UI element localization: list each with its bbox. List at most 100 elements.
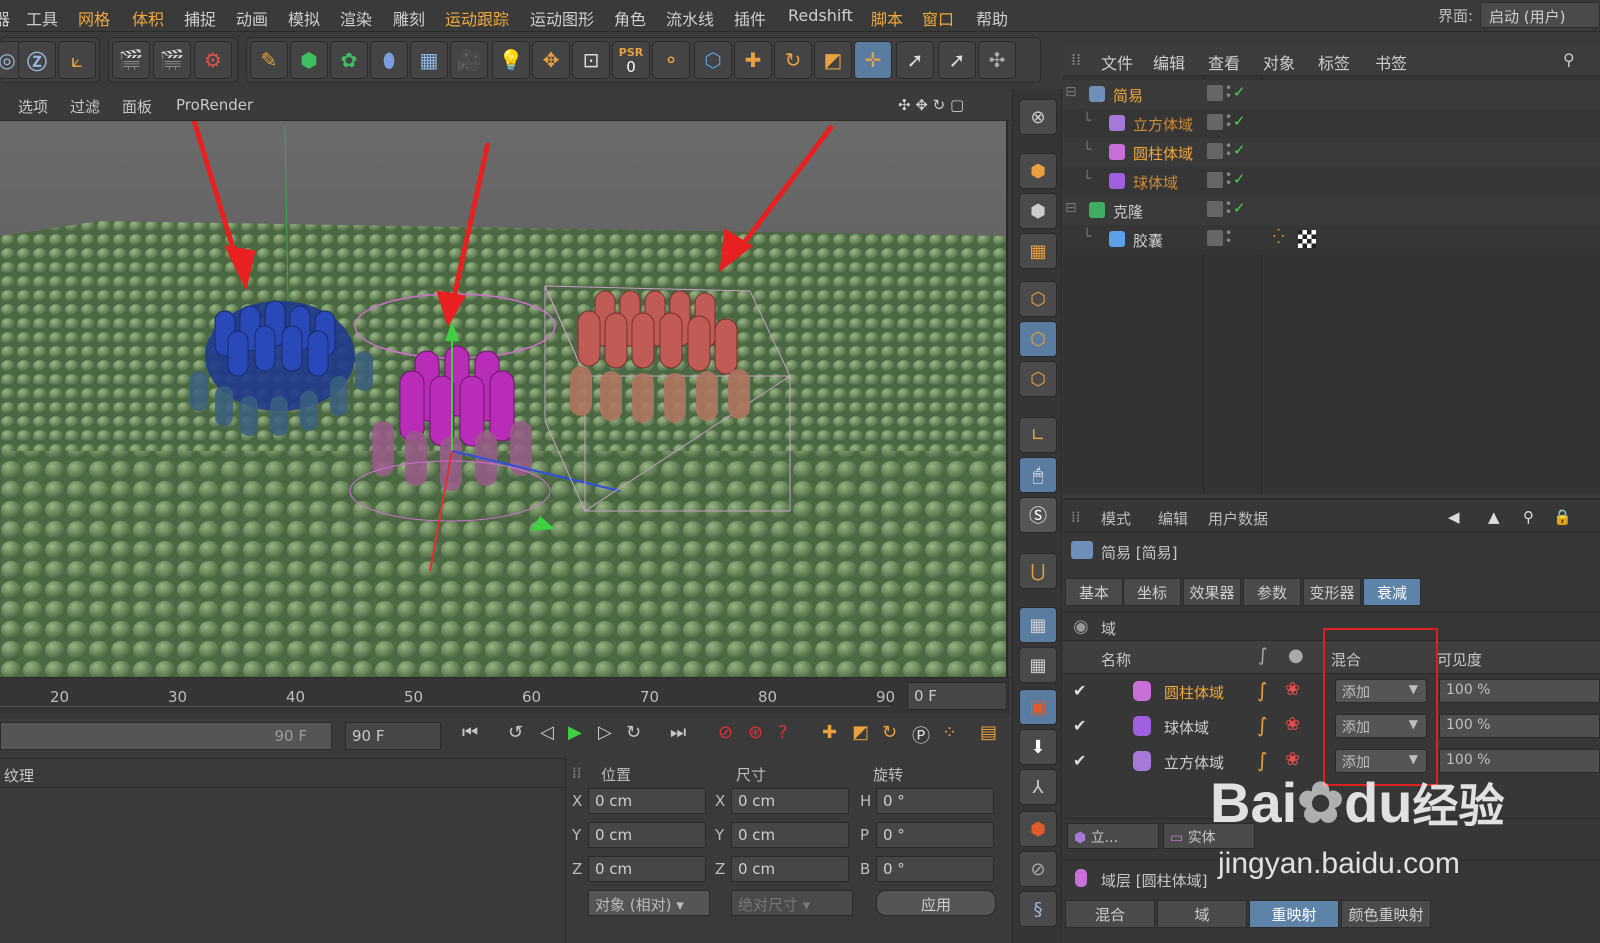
- layer-flag-icon[interactable]: [1207, 143, 1223, 159]
- layer-flag-icon[interactable]: [1207, 230, 1223, 246]
- model-mode-icon[interactable]: ✥: [532, 41, 570, 79]
- camera-icon[interactable]: 🎥: [450, 41, 488, 79]
- grid-icon[interactable]: ▦: [1019, 647, 1057, 683]
- workplane-icon[interactable]: ▦: [1019, 233, 1057, 269]
- object-row[interactable]: ⊟ 简易 • • ✓: [1063, 80, 1600, 109]
- polygons-mode-icon[interactable]: ⬡: [1019, 361, 1057, 397]
- cube-primitive-icon[interactable]: ⬡: [694, 41, 732, 79]
- points-mode-icon[interactable]: ⬡: [1019, 281, 1057, 317]
- color-remap-icon[interactable]: ❀: [1285, 679, 1300, 700]
- layer-tab-1[interactable]: 域: [1157, 900, 1247, 928]
- key-scale-icon[interactable]: ◩: [852, 722, 869, 743]
- record-icon[interactable]: ⊘: [718, 722, 733, 743]
- rot-h-field[interactable]: 0 °: [876, 788, 994, 814]
- om-menu-tags[interactable]: 标签: [1318, 50, 1350, 74]
- enabled-check-icon[interactable]: ✓: [1233, 170, 1246, 188]
- menu-item-0[interactable]: 器: [0, 6, 10, 30]
- paint-bucket-icon[interactable]: ⬢: [1019, 811, 1057, 847]
- selection-cursor-icon[interactable]: ➚: [896, 41, 934, 79]
- xyz-icon[interactable]: ⚬: [652, 41, 690, 79]
- object-row[interactable]: └ 胶囊 • • ⁛: [1063, 225, 1600, 254]
- menu-item-15[interactable]: 脚本: [871, 6, 903, 30]
- workplane-lock-icon[interactable]: ▦: [1019, 607, 1057, 643]
- make-editable-icon[interactable]: ⊗: [1019, 99, 1057, 135]
- pos-x-field[interactable]: 0 cm: [588, 788, 706, 814]
- solo-mode-icon[interactable]: Ⓢ: [1019, 497, 1057, 533]
- autokey-icon[interactable]: ⊛: [748, 722, 763, 743]
- light-icon[interactable]: 💡: [492, 41, 530, 79]
- am-tab-3[interactable]: 参数: [1243, 578, 1301, 606]
- enabled-check-icon[interactable]: ✓: [1233, 83, 1246, 101]
- visibility-dots-icon[interactable]: • •: [1225, 227, 1232, 247]
- menu-item-13[interactable]: 插件: [734, 6, 766, 30]
- object-row[interactable]: ⊟ 克隆 • • ✓: [1063, 196, 1600, 225]
- render-settings-icon[interactable]: ⚙: [194, 41, 232, 79]
- prev-key-icon[interactable]: ↺: [508, 722, 523, 743]
- visibility-dots-icon[interactable]: • •: [1225, 111, 1232, 131]
- coordinate-system-icon[interactable]: ⟀: [58, 41, 96, 79]
- menu-item-12[interactable]: 流水线: [666, 6, 714, 30]
- live-selection-icon[interactable]: ➚: [938, 41, 976, 79]
- rot-b-field[interactable]: 0 °: [876, 856, 994, 882]
- am-tab-5[interactable]: 衰减: [1363, 578, 1421, 606]
- python-icon[interactable]: §: [1019, 891, 1057, 927]
- timeline-window-icon[interactable]: ▤: [980, 722, 997, 743]
- edges-mode-icon[interactable]: ⬡: [1019, 321, 1057, 357]
- z-axis-lock-icon[interactable]: Ⓩ: [18, 41, 56, 79]
- viewport-navigation-icons[interactable]: ✣ ✥ ↻ ▢: [898, 96, 964, 114]
- menu-item-11[interactable]: 角色: [614, 6, 646, 30]
- layer-tab-2[interactable]: 重映射: [1249, 900, 1339, 928]
- end-frame-field[interactable]: 90 F: [345, 722, 441, 750]
- floor-icon[interactable]: ▦: [410, 41, 448, 79]
- search-icon[interactable]: ⚲: [1563, 50, 1575, 69]
- am-menu-userdata[interactable]: 用户数据: [1208, 508, 1268, 529]
- timeline-ruler[interactable]: 20 30 40 50 60 70 80 90 0 F: [0, 677, 1010, 714]
- om-menu-file[interactable]: 文件: [1101, 50, 1133, 74]
- visibility-dots-icon[interactable]: • •: [1225, 169, 1232, 189]
- rot-p-field[interactable]: 0 °: [876, 822, 994, 848]
- remap-curve-icon[interactable]: ∫: [1257, 748, 1267, 772]
- om-menu-objects[interactable]: 对象: [1263, 50, 1295, 74]
- menu-item-5[interactable]: 动画: [236, 6, 268, 30]
- render-view-icon[interactable]: 🎬: [112, 41, 150, 79]
- pen-tool-icon[interactable]: ✎: [250, 41, 288, 79]
- lock-icon[interactable]: 🔒: [1553, 508, 1572, 526]
- move-active-icon[interactable]: ✛: [854, 41, 892, 79]
- menu-item-9[interactable]: 运动跟踪: [445, 6, 509, 30]
- enabled-check-icon[interactable]: ✓: [1233, 112, 1246, 130]
- panel-grip-icon[interactable]: ⁞⁞: [1071, 50, 1081, 69]
- am-tab-4[interactable]: 变形器: [1303, 578, 1361, 606]
- viewport-menu-panel[interactable]: 面板: [122, 96, 152, 117]
- color-remap-icon[interactable]: ❀: [1285, 714, 1300, 735]
- layer-flag-icon[interactable]: [1207, 172, 1223, 188]
- visibility-field[interactable]: 100 %: [1439, 749, 1600, 773]
- size-z-field[interactable]: 0 cm: [731, 856, 849, 882]
- cloner-tool-icon[interactable]: ✿: [330, 41, 368, 79]
- menu-item-8[interactable]: 雕刻: [393, 6, 425, 30]
- pos-z-field[interactable]: 0 cm: [588, 856, 706, 882]
- layer-tab-0[interactable]: 混合: [1065, 900, 1155, 928]
- apply-button[interactable]: 应用: [876, 890, 996, 916]
- texture-mode-icon[interactable]: ⊡: [572, 41, 610, 79]
- layout-select[interactable]: 启动 (用户): [1480, 2, 1600, 28]
- mograph-tag-icon[interactable]: ⁛: [1273, 229, 1284, 245]
- collapse-icon[interactable]: ⊟: [1065, 200, 1077, 216]
- collapse-icon[interactable]: ⊟: [1065, 84, 1077, 100]
- panel-grip-icon[interactable]: ⁞⁞: [572, 764, 582, 782]
- rotate-icon[interactable]: ↻: [774, 41, 812, 79]
- render-region-icon[interactable]: ▣: [1019, 689, 1057, 725]
- am-menu-mode[interactable]: 模式: [1101, 508, 1131, 529]
- coord-mode-select[interactable]: 对象 (相对) ▾: [588, 890, 710, 916]
- field-enabled-checkbox[interactable]: ✔: [1073, 681, 1086, 700]
- field-enabled-checkbox[interactable]: ✔: [1073, 751, 1086, 770]
- enabled-check-icon[interactable]: ✓: [1233, 199, 1246, 217]
- visibility-field[interactable]: 100 %: [1439, 679, 1600, 703]
- layer-flag-icon[interactable]: [1207, 85, 1223, 101]
- om-menu-bookmarks[interactable]: 书签: [1375, 50, 1407, 74]
- am-tab-2[interactable]: 效果器: [1183, 578, 1241, 606]
- key-position-icon[interactable]: ✚: [822, 722, 837, 743]
- size-x-field[interactable]: 0 cm: [731, 788, 849, 814]
- menu-item-1[interactable]: 工具: [26, 6, 58, 30]
- current-frame-field[interactable]: 0 F: [907, 682, 1007, 710]
- viewport-menu-options[interactable]: 选项: [18, 96, 48, 117]
